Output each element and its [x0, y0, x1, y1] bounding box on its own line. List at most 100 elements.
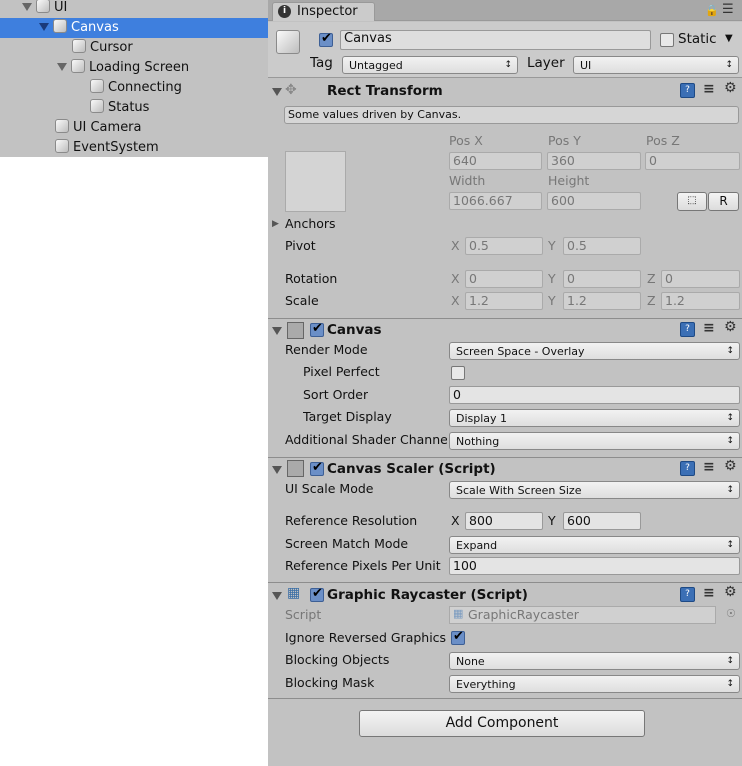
- gameobject-icon: [90, 79, 104, 93]
- rot-z-field[interactable]: 0: [661, 270, 740, 288]
- gear-icon[interactable]: ⚙: [724, 319, 737, 335]
- shader-channels-label: Additional Shader Channels: [285, 432, 447, 447]
- gear-icon[interactable]: ⚙: [724, 584, 737, 600]
- object-name-input[interactable]: Canvas: [340, 30, 651, 50]
- raycaster-enabled-checkbox[interactable]: [310, 586, 324, 602]
- preset-sliders-icon[interactable]: ≡: [703, 459, 715, 475]
- gear-icon[interactable]: ⚙: [724, 458, 737, 474]
- script-field[interactable]: GraphicRaycaster: [449, 606, 716, 624]
- graphic-raycaster-title[interactable]: Graphic Raycaster (Script): [327, 586, 528, 604]
- help-book-icon[interactable]: ?: [680, 461, 695, 476]
- hierarchy-item-ui-camera[interactable]: UI Camera: [0, 118, 268, 138]
- preset-sliders-icon[interactable]: ≡: [703, 81, 715, 97]
- height-label: Height: [548, 173, 590, 188]
- reference-ppu-field[interactable]: 100: [449, 557, 740, 575]
- hierarchy-item-status[interactable]: Status: [0, 98, 268, 118]
- pos-y-field[interactable]: 360: [547, 152, 641, 170]
- info-icon: i: [278, 5, 291, 18]
- sort-order-field[interactable]: 0: [449, 386, 740, 404]
- pivot-y-field[interactable]: 0.5: [563, 237, 641, 255]
- render-mode-dropdown[interactable]: Screen Space - Overlay: [449, 342, 740, 360]
- tag-dropdown[interactable]: Untagged: [342, 56, 518, 74]
- static-label: Static: [678, 31, 717, 47]
- hierarchy-item-ui[interactable]: UI: [0, 0, 268, 18]
- pivot-y-label: Y: [548, 238, 556, 253]
- render-mode-label: Render Mode: [285, 342, 368, 357]
- lock-icon[interactable]: 🔒: [705, 4, 719, 17]
- width-field[interactable]: 1066.667: [449, 192, 542, 210]
- reference-ppu-label: Reference Pixels Per Unit: [285, 558, 441, 573]
- scale-z-field[interactable]: 1.2: [661, 292, 740, 310]
- collapse-arrow-icon[interactable]: [272, 88, 282, 96]
- pos-x-field[interactable]: 640: [449, 152, 542, 170]
- gameobject-icon: [36, 0, 50, 13]
- ignore-reversed-checkbox[interactable]: [451, 629, 465, 645]
- divider: [268, 582, 742, 583]
- target-display-dropdown[interactable]: Display 1: [449, 409, 740, 427]
- scale-y-field[interactable]: 1.2: [563, 292, 641, 310]
- canvas-title[interactable]: Canvas: [327, 321, 382, 339]
- height-field[interactable]: 600: [547, 192, 641, 210]
- gameobject-icon: [90, 99, 104, 113]
- canvas-scaler-enabled-checkbox[interactable]: [310, 460, 324, 476]
- hierarchy-item-cursor[interactable]: Cursor: [0, 38, 268, 58]
- scale-y-label: Y: [548, 293, 556, 308]
- canvas-scaler-icon: [287, 460, 304, 477]
- pos-z-field[interactable]: 0: [645, 152, 740, 170]
- pixel-perfect-label: Pixel Perfect: [303, 364, 380, 379]
- active-checkbox[interactable]: [319, 31, 333, 47]
- pivot-x-field[interactable]: 0.5: [465, 237, 543, 255]
- hierarchy-item-eventsystem[interactable]: EventSystem: [0, 138, 268, 158]
- collapse-arrow-icon[interactable]: [272, 466, 282, 474]
- rot-x-label: X: [451, 271, 460, 286]
- reference-x-field[interactable]: 800: [465, 512, 543, 530]
- screen-match-mode-dropdown[interactable]: Expand: [449, 536, 740, 554]
- raw-edit-button[interactable]: R: [708, 192, 739, 211]
- help-book-icon[interactable]: ?: [680, 587, 695, 602]
- add-component-button[interactable]: Add Component: [359, 710, 645, 737]
- expand-arrow-icon[interactable]: [57, 63, 67, 71]
- rect-transform-title[interactable]: Rect Transform: [327, 82, 443, 100]
- anchor-preset-preview[interactable]: [285, 151, 346, 212]
- scale-x-field[interactable]: 1.2: [465, 292, 543, 310]
- preset-sliders-icon[interactable]: ≡: [703, 585, 715, 601]
- screen-match-mode-label: Screen Match Mode: [285, 536, 409, 551]
- shader-channels-dropdown[interactable]: Nothing: [449, 432, 740, 450]
- menu-icon[interactable]: ☰: [722, 2, 734, 17]
- blocking-objects-dropdown[interactable]: None: [449, 652, 740, 670]
- collapse-arrow-icon[interactable]: [272, 592, 282, 600]
- static-dropdown-arrow-icon[interactable]: ▼: [725, 33, 733, 44]
- preset-sliders-icon[interactable]: ≡: [703, 320, 715, 336]
- hierarchy-item-canvas[interactable]: Canvas: [0, 18, 268, 38]
- reference-y-field[interactable]: 600: [563, 512, 641, 530]
- expand-arrow-icon[interactable]: [22, 3, 32, 11]
- gameobject-icon: [55, 139, 69, 153]
- hierarchy-item-connecting[interactable]: Connecting: [0, 78, 268, 98]
- canvas-enabled-checkbox[interactable]: [310, 321, 324, 337]
- expand-arrow-icon[interactable]: [39, 23, 49, 31]
- static-checkbox[interactable]: [660, 33, 674, 47]
- layer-dropdown[interactable]: UI: [573, 56, 739, 74]
- anchors-label[interactable]: Anchors: [285, 216, 336, 232]
- rot-y-field[interactable]: 0: [563, 270, 641, 288]
- collapse-arrow-icon[interactable]: [272, 327, 282, 335]
- anchors-foldout-arrow-icon[interactable]: ▶: [272, 219, 279, 229]
- object-picker-icon[interactable]: ☉: [726, 607, 736, 620]
- hierarchy-item-loading-screen[interactable]: Loading Screen: [0, 58, 268, 78]
- canvas-scaler-title[interactable]: Canvas Scaler (Script): [327, 460, 496, 478]
- ui-scale-mode-dropdown[interactable]: Scale With Screen Size: [449, 481, 740, 499]
- divider: [268, 698, 742, 699]
- driven-info-box: Some values driven by Canvas.: [284, 106, 739, 124]
- hierarchy-panel: UI Canvas Cursor Loading Screen Connecti…: [0, 0, 268, 157]
- blueprint-mode-button[interactable]: ⬚: [677, 192, 707, 211]
- gear-icon[interactable]: ⚙: [724, 80, 737, 96]
- help-book-icon[interactable]: ?: [680, 83, 695, 98]
- ref-x-label: X: [451, 513, 460, 528]
- raycaster-script-icon: ▦: [287, 585, 301, 601]
- help-book-icon[interactable]: ?: [680, 322, 695, 337]
- gameobject-icon: [55, 119, 69, 133]
- script-file-icon: ▦: [453, 607, 464, 620]
- rot-x-field[interactable]: 0: [465, 270, 543, 288]
- pixel-perfect-checkbox[interactable]: [451, 366, 465, 380]
- blocking-mask-dropdown[interactable]: Everything: [449, 675, 740, 693]
